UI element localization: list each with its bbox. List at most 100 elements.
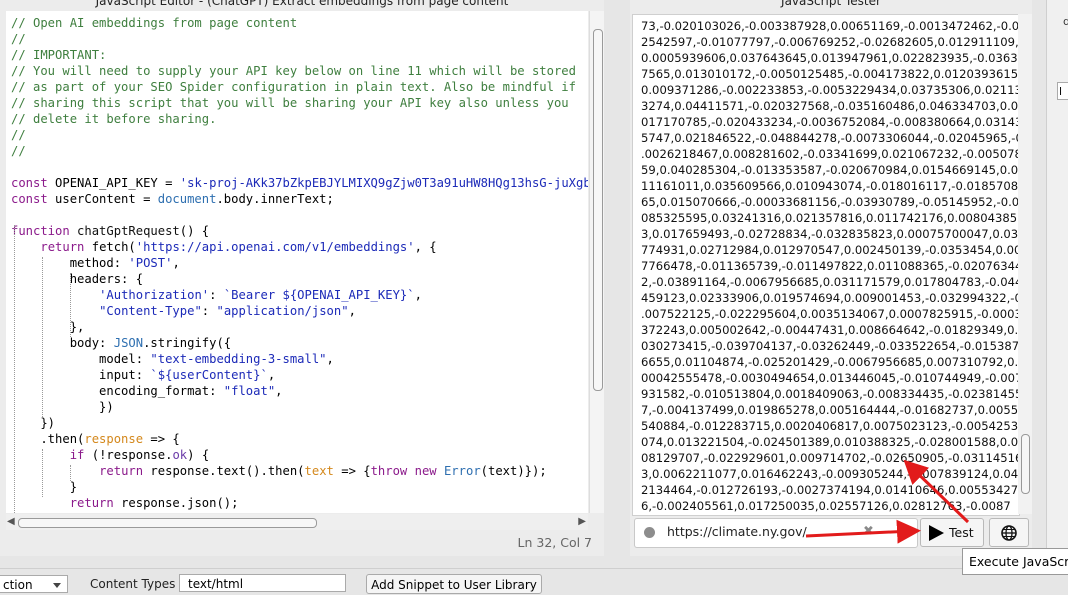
code-line: const userContent = document.body.innerT… bbox=[11, 192, 334, 206]
output-line: 6,-0.002405561,0.017250035,0.02557126,0.… bbox=[641, 499, 1011, 513]
output-line: 372243,0.005002642,-0.00447431,0.0086646… bbox=[641, 323, 1019, 337]
output-line: 70308,-0.002458394,0.01267336,-0.0157442… bbox=[641, 514, 1013, 515]
content-types-label: Content Types bbox=[90, 577, 176, 591]
output-line: .0026218467,0.008281602,-0.03341699,0.02… bbox=[641, 147, 1020, 161]
output-text: 73,-0.020103026,-0.003387928,0.00651169,… bbox=[641, 18, 1020, 515]
code-line: }, bbox=[11, 320, 85, 334]
output-line: 0.009371286,-0.002233853,-0.0053229434,0… bbox=[641, 83, 1020, 97]
scroll-left-icon[interactable]: ◀ bbox=[7, 516, 15, 527]
code-line: .then(response => { bbox=[11, 432, 180, 446]
code-line: if (!response.ok) { bbox=[69, 448, 210, 462]
code-line: // IMPORTANT: bbox=[11, 48, 107, 62]
code-line: const OPENAI_API_KEY = 'sk-proj-AKk37bZk… bbox=[11, 176, 588, 190]
test-button[interactable]: Test bbox=[920, 518, 984, 547]
code-lines: // Open AI embeddings from page content /… bbox=[11, 15, 588, 513]
output-line: 00042555478,-0.0030494654,0.013446045,-0… bbox=[641, 371, 1020, 385]
clear-icon[interactable]: ✖ bbox=[863, 524, 874, 539]
tester-output[interactable]: 73,-0.020103026,-0.003387928,0.00651169,… bbox=[632, 14, 1020, 516]
output-line: 3,0.0062211077,0.016462243,-0.009305244,… bbox=[641, 467, 1019, 481]
code-line: "Content-Type": "application/json", bbox=[99, 304, 356, 318]
indent-guide bbox=[70, 465, 71, 481]
globe-icon bbox=[1001, 525, 1017, 541]
output-line: 540884,-0.012283715,0.0020406817,0.00750… bbox=[641, 419, 1019, 433]
code-line: return response.json(); bbox=[69, 496, 239, 510]
output-line: 030273415,-0.039704137,-0.03262449,-0.03… bbox=[641, 339, 1020, 353]
add-snippet-button[interactable]: Add Snippet to User Library bbox=[366, 574, 542, 594]
output-line: 085325595,0.03241316,0.021357816,0.01174… bbox=[641, 211, 1018, 225]
execute-tooltip: Execute JavaScript bbox=[962, 548, 1068, 575]
code-line: }) bbox=[11, 400, 114, 414]
action-select[interactable]: ction bbox=[0, 575, 68, 593]
action-select-value: ction bbox=[3, 578, 33, 592]
code-line: return fetch('https://api.openai.com/v1/… bbox=[40, 240, 437, 254]
output-line: 7565,0.013010172,-0.0050125485,-0.004173… bbox=[641, 67, 1020, 81]
browser-button[interactable] bbox=[989, 518, 1029, 547]
code-line: // bbox=[11, 32, 26, 46]
bottom-toolbar: ction Content Types text/html Add Snippe… bbox=[0, 568, 1068, 594]
output-line: 6655,0.01104874,-0.025201429,-0.00679566… bbox=[641, 355, 1019, 369]
output-line: 08129707,-0.022929601,0.009714702,-0.026… bbox=[641, 451, 1020, 465]
output-line: 459123,0.02333906,0.019574694,0.00900145… bbox=[641, 291, 1020, 305]
edge-label: da bbox=[1063, 15, 1068, 28]
output-line: 3274,0.04411571,-0.020327568,-0.03516048… bbox=[641, 99, 1019, 113]
output-line: 7,-0.004137499,0.019865278,0.005164444,-… bbox=[641, 403, 1019, 417]
edge-tab[interactable]: l bbox=[1057, 82, 1068, 100]
content-types-input[interactable]: text/html bbox=[179, 574, 346, 592]
output-line: 017170785,-0.020433234,-0.0036752084,-0.… bbox=[641, 115, 1020, 129]
output-line: 074,0.013221504,-0.024501389,0.010388325… bbox=[641, 435, 1019, 449]
javascript-tester-panel: JavaScript Tester 73,-0.020103026,-0.003… bbox=[630, 0, 1032, 556]
code-line: body: JSON.stringify({ bbox=[11, 336, 232, 350]
editor-vertical-scrollbar[interactable] bbox=[589, 11, 604, 513]
indent-guide bbox=[14, 225, 15, 513]
output-line: 2,-0.03891164,-0.0067956685,0.031171579,… bbox=[641, 275, 1020, 289]
output-line: 11161011,0.035609566,0.010943074,-0.0180… bbox=[641, 179, 1019, 193]
code-line: // You will need to supply your API key … bbox=[11, 64, 576, 78]
code-line: // Open AI embeddings from page content bbox=[11, 16, 298, 30]
code-editor[interactable]: // Open AI embeddings from page content /… bbox=[6, 11, 588, 513]
code-line: // bbox=[11, 144, 26, 158]
scroll-right-icon[interactable]: ▶ bbox=[578, 516, 586, 527]
output-line: 5747,0.021846522,-0.048844278,-0.0073306… bbox=[641, 131, 1020, 145]
output-line: 65,0.015070666,-0.00033681156,-0.0393078… bbox=[641, 195, 1020, 209]
code-line: model: "text-embedding-3-small", bbox=[11, 352, 334, 366]
output-scroll-thumb[interactable] bbox=[1021, 434, 1030, 494]
cursor-position: Ln 32, Col 7 bbox=[517, 535, 593, 550]
code-line: // bbox=[11, 128, 26, 142]
url-input[interactable]: https://climate.ny.gov/ ✖ bbox=[634, 518, 918, 548]
adjacent-panel-edge: da l bbox=[1046, 0, 1068, 556]
code-line: }) bbox=[11, 416, 56, 430]
code-line: input: `${userContent}`, bbox=[11, 368, 276, 382]
url-value: https://climate.ny.gov/ bbox=[667, 524, 807, 539]
test-button-label: Test bbox=[949, 525, 974, 540]
output-line: 3,0.017659493,-0.02728834,-0.032835823,0… bbox=[641, 227, 1019, 241]
javascript-editor-panel: JavaScript Editor - (ChatGPT) Extract em… bbox=[0, 0, 604, 556]
indent-guide bbox=[42, 257, 43, 417]
output-line: 59,0.040285304,-0.013353587,-0.020670984… bbox=[641, 163, 1019, 177]
code-line: encoding_format: "float", bbox=[11, 384, 283, 398]
editor-title: JavaScript Editor - (ChatGPT) Extract em… bbox=[95, 0, 509, 8]
code-line: method: 'POST', bbox=[11, 256, 180, 270]
play-icon bbox=[929, 525, 944, 541]
code-line: headers: { bbox=[11, 272, 144, 286]
output-line: 0.0005939606,0.037643645,0.013947961,0.0… bbox=[641, 51, 1018, 65]
code-line: 'Authorization': `Bearer ${OPENAI_API_KE… bbox=[99, 288, 422, 302]
output-line: 7766478,-0.011365739,-0.011497822,0.0110… bbox=[641, 259, 1020, 273]
output-line: 2542597,-0.01077797,-0.006769252,-0.0268… bbox=[641, 35, 1019, 49]
code-line: // delete it before sharing. bbox=[11, 112, 217, 126]
tester-title: JavaScript Tester bbox=[781, 0, 881, 8]
editor-horizontal-scrollbar[interactable]: ◀ ▶ bbox=[6, 514, 588, 530]
output-vertical-scrollbar[interactable] bbox=[1018, 14, 1032, 514]
editor-horizontal-scroll-thumb[interactable] bbox=[18, 518, 317, 528]
editor-vertical-scroll-thumb[interactable] bbox=[593, 29, 603, 391]
output-line: .007522125,-0.022295604,0.0035134067,0.0… bbox=[641, 307, 1020, 321]
indent-guide bbox=[42, 449, 43, 497]
output-line: 73,-0.020103026,-0.003387928,0.00651169,… bbox=[641, 19, 1020, 33]
output-line: 931582,-0.010513804,0.0018409063,-0.0083… bbox=[641, 387, 1020, 401]
output-line: 774931,0.02712984,0.012970547,0.00245013… bbox=[641, 243, 1020, 257]
output-line: 2134464,-0.012726193,-0.0027374194,0.014… bbox=[641, 483, 1019, 497]
site-icon bbox=[644, 527, 655, 538]
code-line: } bbox=[11, 480, 78, 494]
code-line: return response.text().then(text => {thr… bbox=[99, 464, 547, 478]
